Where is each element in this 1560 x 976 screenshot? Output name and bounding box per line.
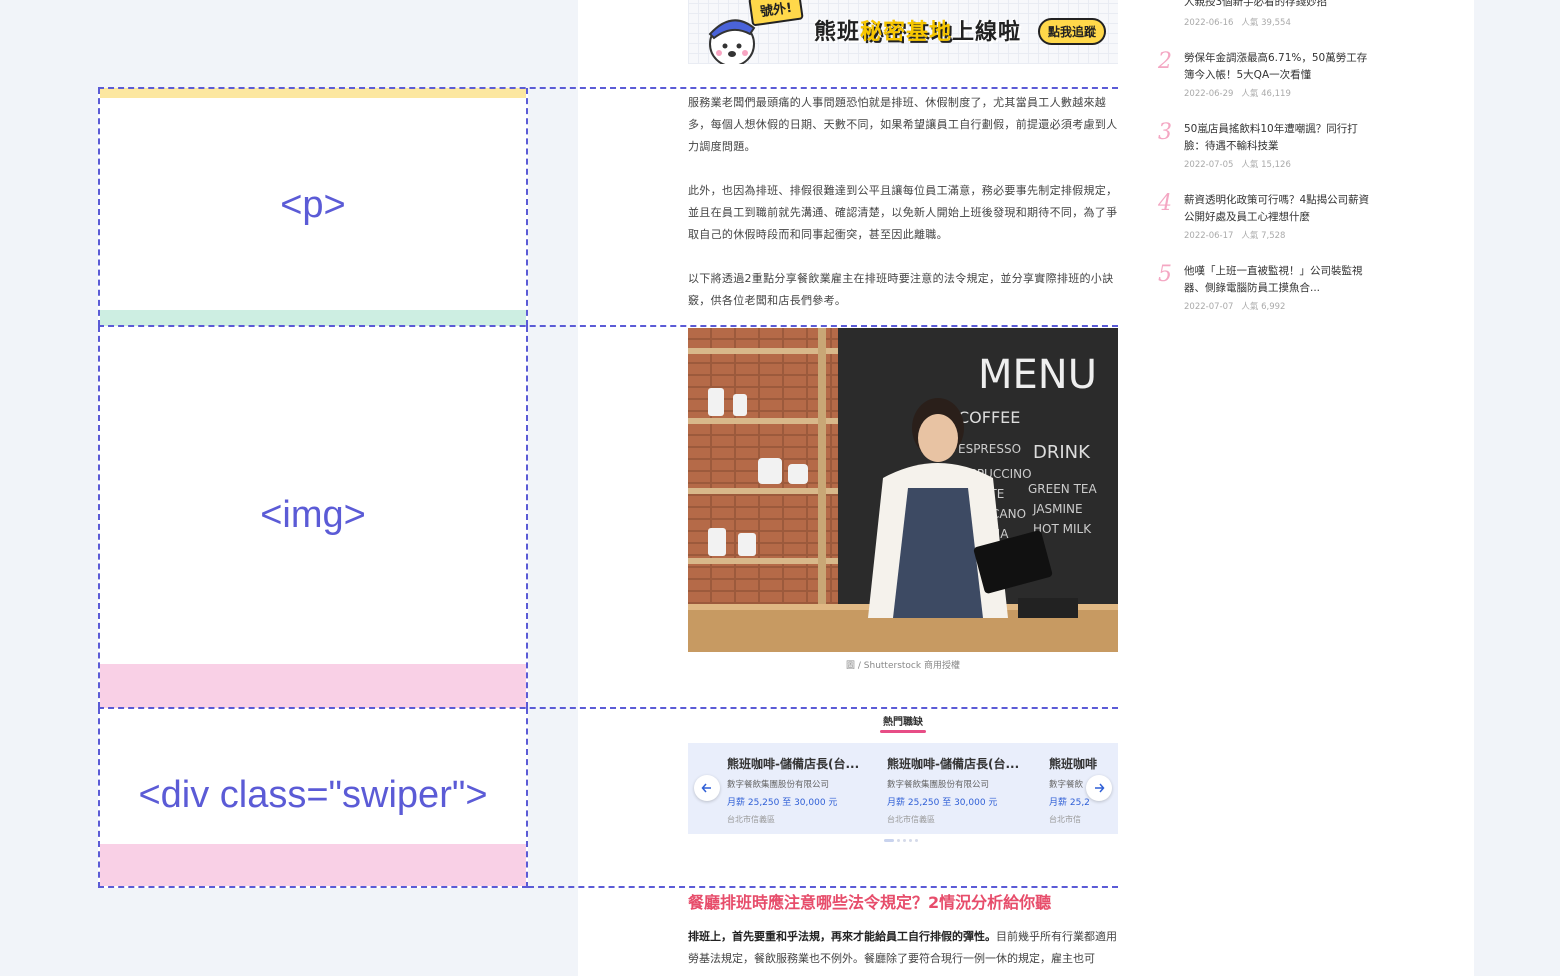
guide-line: [98, 707, 1118, 709]
margin-band-bottom: [100, 310, 526, 326]
svg-text:COFFEE: COFFEE: [958, 408, 1020, 427]
views-label: 人氣: [1241, 18, 1259, 28]
guide-line: [528, 886, 1118, 888]
views-label: 人氣: [1241, 160, 1259, 170]
annotation-swiper-box: <div class="swiper">: [98, 708, 528, 888]
pagination-dot[interactable]: [915, 839, 918, 842]
job-title: 熊班咖啡: [1049, 757, 1098, 771]
arrow-left-icon: [701, 783, 711, 793]
job-company: 數字餐飲集團股份有限公司: [727, 780, 830, 790]
guide-line: [98, 325, 1118, 327]
ranking-date: 2022-06-17: [1184, 231, 1234, 241]
section-paragraph: 排班上，首先要重和乎法規，再來才能給員工自行排假的彈性。目前幾乎所有行業都適用勞…: [688, 926, 1118, 970]
barista-photo-illustration: MENU COFFEE ESPRESSO DRINK CAPPUCCINO LA…: [688, 328, 1118, 652]
ranking-meta: 2022-06-16 人氣 39,554: [1184, 16, 1291, 28]
svg-text:ESPRESSO: ESPRESSO: [958, 442, 1021, 456]
views-label: 人氣: [1241, 89, 1259, 99]
ranking-date: 2022-06-29: [1184, 89, 1234, 99]
pagination-dot[interactable]: [909, 839, 912, 842]
section-heading: 餐廳排班時應注意哪些法令規定？2情況分析給你聽: [688, 893, 1052, 912]
annotation-p-box: <p>: [98, 88, 528, 326]
ranking-title[interactable]: 勞保年金調漲最高6.71%，50萬勞工存簿今入帳！5大QA一次看懂: [1184, 50, 1370, 84]
ranking-number: 5: [1158, 262, 1172, 287]
svg-text:JASMINE: JASMINE: [1032, 502, 1083, 516]
ranking-views: 15,126: [1261, 160, 1291, 170]
annotation-swiper-label: <div class="swiper">: [138, 774, 488, 816]
banner-tag: 號外!: [748, 0, 804, 27]
ranking-title[interactable]: 人親授3個新手必看的存錢妙招: [1184, 0, 1370, 11]
annotation-img-label: <img>: [260, 494, 366, 536]
swiper-next-button[interactable]: [1086, 775, 1112, 801]
annotation-img-box: <img>: [98, 326, 528, 708]
ranking-meta: 2022-06-17 人氣 7,528: [1184, 229, 1285, 241]
ranking-date: 2022-07-07: [1184, 302, 1234, 312]
article-paragraph-3: 以下將透過2重點分享餐飲業雇主在排班時要注意的法令規定，並分享實際排班的小訣竅，…: [688, 272, 1114, 307]
ranking-item[interactable]: 2 勞保年金調漲最高6.71%，50萬勞工存簿今入帳！5大QA一次看懂 2022…: [1158, 50, 1378, 102]
ranking-item[interactable]: 人親授3個新手必看的存錢妙招 2022-06-16 人氣 39,554: [1158, 0, 1378, 30]
margin-band-bottom: [100, 664, 526, 708]
banner-title-part1: 熊班: [814, 20, 861, 45]
ranking-views: 39,554: [1261, 18, 1291, 28]
job-location: 台北市信: [1049, 815, 1081, 824]
views-label: 人氣: [1241, 231, 1259, 241]
margin-band-bottom: [100, 844, 526, 886]
banner-title-part2: 上線啦: [952, 20, 1022, 45]
banner-title: 熊班秘密基地上線啦: [814, 14, 1021, 46]
pagination-dot[interactable]: [903, 839, 906, 842]
views-label: 人氣: [1241, 302, 1259, 312]
job-salary: 月薪 25,250 至 30,000 元: [727, 798, 838, 808]
job-company: 數字餐飲集團股份有限公司: [887, 780, 990, 790]
job-swiper[interactable]: 熊班咖啡-儲備店長(台... 數字餐飲集團股份有限公司 月薪 25,250 至 …: [688, 743, 1118, 834]
svg-text:DRINK: DRINK: [1033, 442, 1091, 463]
job-location: 台北市信義區: [887, 815, 935, 824]
ranking-title[interactable]: 他嘆「上班一直被監視！」公司裝監視器、側錄電腦防員工摸魚合...: [1184, 263, 1370, 297]
job-salary: 月薪 25,250 至 30,000 元: [887, 798, 998, 808]
job-location: 台北市信義區: [727, 815, 775, 824]
follow-button[interactable]: 點我追蹤: [1038, 18, 1107, 45]
ranking-views: 7,528: [1261, 231, 1286, 241]
margin-band-top: [100, 88, 526, 98]
ranking-date: 2022-06-16: [1184, 18, 1234, 28]
hot-jobs-underline: [880, 730, 926, 733]
ranking-date: 2022-07-05: [1184, 160, 1234, 170]
pagination-dot[interactable]: [884, 839, 894, 842]
ranking-meta: 2022-07-07 人氣 6,992: [1184, 300, 1285, 312]
hot-jobs-title: 熱門職缺: [883, 717, 923, 728]
article-photo: MENU COFFEE ESPRESSO DRINK CAPPUCCINO LA…: [688, 328, 1118, 652]
annotation-p-label: <p>: [280, 184, 346, 226]
pagination-dot[interactable]: [897, 839, 900, 842]
ranking-item[interactable]: 4 薪資透明化政策可行嗎？4點揭公司薪資公開好處及員工心裡想什麼 2022-06…: [1158, 192, 1378, 244]
arrow-right-icon: [1095, 783, 1105, 793]
svg-text:GREEN TEA: GREEN TEA: [1028, 482, 1098, 496]
ranking-item[interactable]: 5 他嘆「上班一直被監視！」公司裝監視器、側錄電腦防員工摸魚合... 2022-…: [1158, 263, 1378, 315]
ranking-views: 46,119: [1261, 89, 1291, 99]
ranking-number: 3: [1158, 120, 1172, 145]
ranking-views: 6,992: [1261, 302, 1286, 312]
section-lead-bold: 排班上，首先要重和乎法規，再來才能給員工自行排假的彈性。: [688, 930, 996, 943]
ranking-title[interactable]: 薪資透明化政策可行嗎？4點揭公司薪資公開好處及員工心裡想什麼: [1184, 192, 1370, 226]
swiper-pagination[interactable]: [884, 839, 918, 842]
banner-title-highlight: 秘密基地: [860, 20, 953, 45]
job-title: 熊班咖啡-儲備店長(台...: [887, 757, 1020, 771]
job-card[interactable]: 熊班咖啡-儲備店長(台... 數字餐飲集團股份有限公司 月薪 25,250 至 …: [727, 755, 877, 825]
job-title: 熊班咖啡-儲備店長(台...: [727, 757, 860, 771]
article-paragraph-1: 服務業老闆們最頭痛的人事問題恐怕就是排班、休假制度了，尤其當員工人數越來越多，每…: [688, 96, 1118, 153]
promo-banner[interactable]: 號外! 熊班秘密基地上線啦 點我追蹤: [688, 0, 1118, 64]
photo-caption: 圖 / Shutterstock 商用授權: [846, 661, 960, 671]
ranking-meta: 2022-07-05 人氣 15,126: [1184, 158, 1291, 170]
ranking-number: 4: [1158, 191, 1172, 216]
svg-text:HOT MILK: HOT MILK: [1033, 522, 1092, 536]
ranking-meta: 2022-06-29 人氣 46,119: [1184, 87, 1291, 99]
svg-text:MENU: MENU: [978, 352, 1097, 398]
ranking-item[interactable]: 3 50嵐店員搖飲料10年遭嘲諷？同行打臉：待遇不輸科技業 2022-07-05…: [1158, 121, 1378, 173]
ranking-number: 2: [1158, 49, 1172, 74]
article-paragraph-2: 此外，也因為排班、排假很難達到公平且讓每位員工滿意，務必要事先制定排假規定，並且…: [688, 184, 1118, 241]
guide-line: [98, 87, 1118, 89]
swiper-prev-button[interactable]: [694, 775, 720, 801]
job-card[interactable]: 熊班咖啡-儲備店長(台... 數字餐飲集團股份有限公司 月薪 25,250 至 …: [887, 755, 1037, 825]
ranking-title[interactable]: 50嵐店員搖飲料10年遭嘲諷？同行打臉：待遇不輸科技業: [1184, 121, 1370, 155]
